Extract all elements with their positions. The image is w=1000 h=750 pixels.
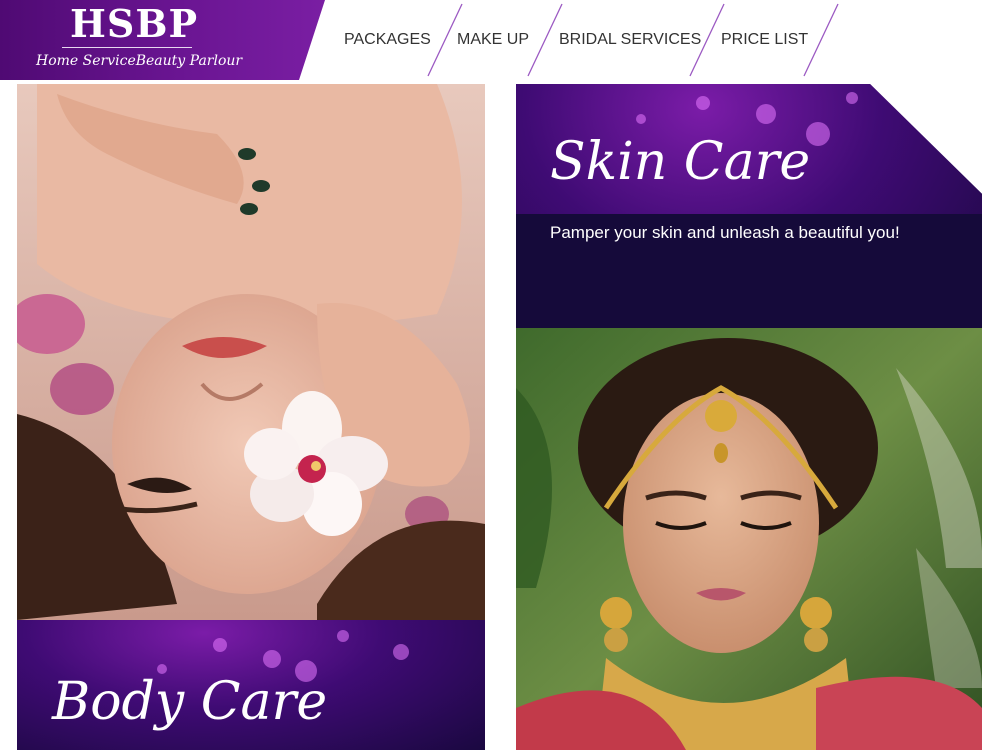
- bride-image: [516, 328, 982, 750]
- site-header: HSBP Home ServiceBeauty Parlour PACKAGES…: [0, 0, 1000, 82]
- bokeh-dot: [846, 92, 858, 104]
- body-care-photo: [17, 84, 485, 620]
- bokeh-dot: [393, 644, 409, 660]
- bokeh-dot: [636, 114, 646, 124]
- skin-care-card[interactable]: Skin Care Pamper your skin and unleash a…: [516, 84, 982, 750]
- nav-bridal-services[interactable]: BRIDAL SERVICES: [559, 30, 701, 50]
- woman-with-flower-image: [17, 84, 485, 620]
- skin-care-title-panel: Skin Care Pamper your skin and unleash a…: [516, 84, 982, 328]
- bokeh-dot: [337, 630, 349, 642]
- bokeh-dot: [263, 650, 281, 668]
- nav-price-list[interactable]: PRICE LIST: [721, 30, 808, 50]
- nav-make-up[interactable]: MAKE UP: [457, 30, 529, 50]
- bokeh-dot: [213, 638, 227, 652]
- body-care-title: Body Care: [52, 672, 328, 732]
- skin-care-subtitle: Pamper your skin and unleash a beautiful…: [550, 223, 900, 242]
- skin-care-title: Skin Care: [550, 132, 811, 192]
- nav-packages[interactable]: PACKAGES: [344, 30, 431, 50]
- bokeh-dot: [756, 104, 776, 124]
- body-care-title-panel: Body Care: [17, 620, 485, 750]
- body-care-card[interactable]: Body Care: [17, 84, 485, 750]
- bokeh-dot: [696, 96, 710, 110]
- skin-care-photo: [516, 328, 982, 750]
